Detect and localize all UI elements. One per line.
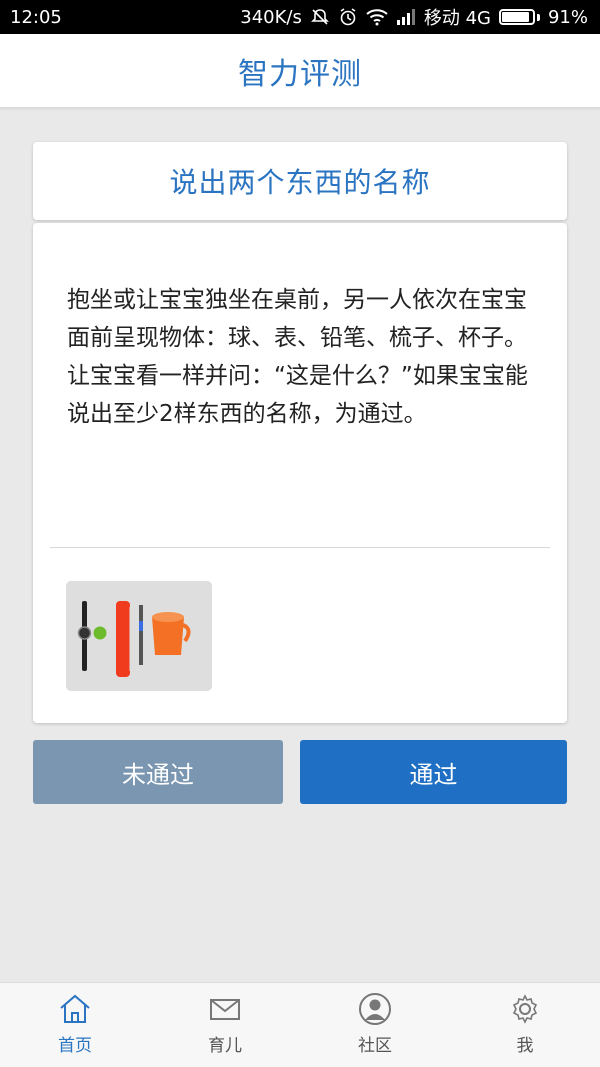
page-title: 智力评测 [238, 56, 362, 92]
test-title: 说出两个东西的名称 [169, 166, 431, 199]
person-icon [359, 993, 391, 1025]
nav-item-parenting[interactable]: 育儿 [150, 983, 300, 1067]
wifi-icon [366, 8, 388, 26]
nav-label-home: 首页 [58, 1036, 92, 1056]
alarm-icon [338, 7, 358, 27]
status-time: 12:05 [10, 6, 62, 28]
mute-icon [310, 7, 330, 27]
nav-label-parenting: 育儿 [208, 1036, 242, 1056]
test-description: 抱坐或让宝宝独坐在桌前，另一人依次在宝宝面前呈现物体：球、表、铅笔、梳子、杯子。… [67, 287, 528, 427]
objects-photo-icon [66, 581, 212, 691]
network-speed: 340K/s [240, 6, 302, 28]
app-header: 智力评测 [0, 34, 600, 108]
signal-icon [396, 9, 416, 25]
pass-button[interactable]: 通过 [300, 740, 567, 804]
battery-percent: 91% [547, 6, 588, 28]
carrier-label: 移动 4G [423, 8, 491, 29]
envelope-icon [210, 999, 240, 1020]
objects-photo-thumbnail[interactable] [66, 581, 212, 691]
nav-item-me[interactable]: 我 [450, 983, 600, 1067]
test-title-card: 说出两个东西的名称 [33, 142, 567, 220]
fail-button[interactable]: 未通过 [33, 740, 283, 804]
nav-item-home[interactable]: 首页 [0, 983, 150, 1067]
status-indicators: 340K/s 移动 4G 91% [240, 4, 588, 30]
battery-icon [498, 9, 540, 25]
nav-label-me: 我 [516, 1036, 534, 1056]
home-icon [60, 994, 90, 1023]
test-content-card: 抱坐或让宝宝独坐在桌前，另一人依次在宝宝面前呈现物体：球、表、铅笔、梳子、杯子。… [33, 223, 567, 723]
bottom-nav: 首页 育儿 社区 我 [0, 982, 600, 1067]
nav-label-community: 社区 [358, 1036, 392, 1056]
nav-item-community[interactable]: 社区 [300, 983, 450, 1067]
gear-icon [512, 994, 538, 1024]
status-bar: 12:05 340K/s 移动 4G 91% [0, 0, 600, 34]
divider [50, 547, 550, 548]
